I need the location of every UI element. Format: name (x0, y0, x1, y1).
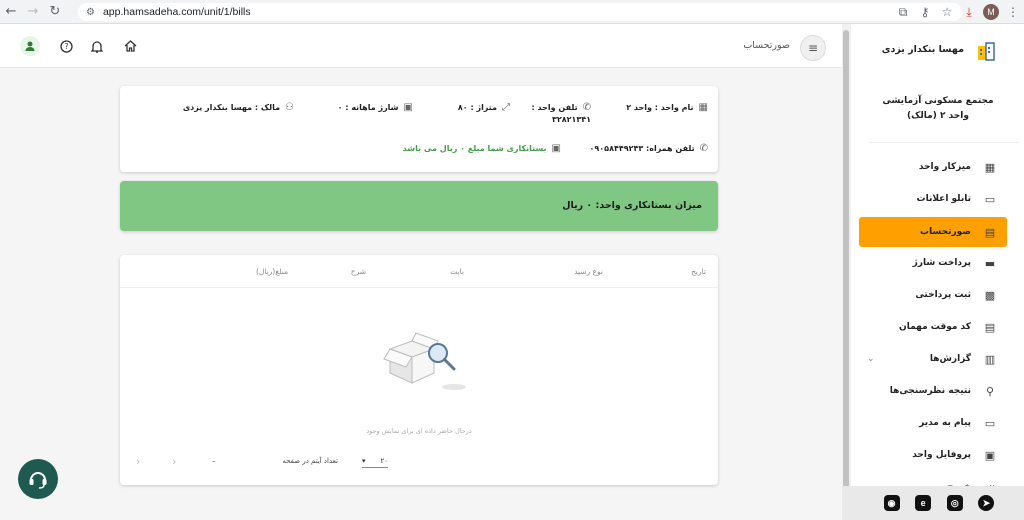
user-avatar-icon[interactable] (20, 36, 40, 56)
bookmark-star-icon[interactable]: ☆ (936, 1, 958, 23)
sidebar-item-reports[interactable]: ▥ گزارش‌ها ⌄ (859, 344, 1007, 374)
address-bar[interactable]: ⚙ app.hamsadeha.com/unit/1/bills (78, 3, 962, 21)
chevron-down-icon: ⌄ (867, 354, 875, 364)
column-header-subject[interactable]: بابت (450, 267, 464, 276)
page-size-value: ۲۰ (380, 456, 388, 465)
url-text: app.hamsadeha.com/unit/1/bills (102, 6, 251, 18)
forward-icon[interactable]: → (22, 1, 44, 23)
area-field: ⤢متراژ : ۸۰ (457, 102, 510, 113)
sidebar: مهسا بنکدار یزدی مجتمع مسکونی آزمایشی وا… (850, 24, 1024, 520)
main-scrollbar[interactable] (842, 24, 850, 520)
dashboard-icon: ▦ (984, 160, 996, 174)
more-menu-icon[interactable]: ⋮ (1002, 1, 1024, 23)
browser-toolbar: ← → ↻ ⚙ app.hamsadeha.com/unit/1/bills ⧉… (0, 0, 1024, 24)
column-header-description[interactable]: شرح (351, 267, 366, 276)
empty-box-icon (383, 332, 466, 390)
sidebar-item-message-manager[interactable]: ▭ پیام به مدیر (859, 408, 1007, 438)
main-content: ? صورتحساب ≡ ▦نام واحد : واحد ۲ ✆تلفن وا… (0, 24, 842, 520)
mobile-field: ✆تلفن همراه: ۰۹۰۵۸۴۴۹۲۴۳ (589, 143, 708, 154)
instagram-icon[interactable]: ◎ (946, 495, 963, 511)
building-icon: ▦ (698, 102, 708, 113)
phone-icon: ✆ (582, 102, 591, 113)
top-bar: ? صورتحساب ≡ (0, 24, 842, 68)
report-icon: ▥ (984, 352, 996, 366)
column-header-date[interactable]: تاریخ (691, 267, 706, 276)
money-icon: ▣ (403, 102, 413, 113)
install-app-icon[interactable]: ⧉ (892, 1, 914, 23)
scrollbar-thumb[interactable] (843, 30, 849, 488)
app-logo (974, 40, 998, 64)
profile-avatar: M (983, 4, 999, 20)
download-icon[interactable]: ⤓ (958, 1, 980, 23)
cash-icon: ▣ (551, 143, 561, 154)
last-page-icon[interactable]: › (136, 455, 140, 468)
sidebar-divider (869, 142, 1019, 143)
unit-info-card: ▦نام واحد : واحد ۲ ✆تلفن واحد : ۳۲۸۲۱۳۴۱… (120, 86, 718, 172)
help-icon[interactable]: ? (56, 36, 76, 56)
support-chat-button[interactable] (18, 459, 58, 499)
mobile-phone-icon: ✆ (699, 143, 708, 154)
eitaa-icon[interactable]: e (915, 495, 932, 511)
telegram-icon[interactable]: ➤ (978, 495, 995, 511)
reload-icon[interactable]: ↻ (44, 1, 66, 23)
message-icon: ▭ (984, 416, 996, 430)
back-icon[interactable]: ← (0, 1, 22, 23)
complex-name: مجتمع مسکونی آزمایشی (882, 96, 994, 106)
bills-table: تاریخ نوع رسید بابت شرح مبلغ(ریال) درحال… (120, 255, 718, 485)
headset-icon (29, 472, 47, 489)
notifications-bell-icon[interactable] (87, 36, 107, 56)
expand-icon: ⤢ (502, 102, 510, 113)
hamburger-icon: ≡ (807, 41, 819, 55)
sidebar-item-register-payment[interactable]: ▩ ثبت پرداختی (859, 280, 1007, 310)
qr-icon: ▩ (984, 288, 996, 302)
site-info-icon[interactable]: ⚙ (86, 7, 95, 18)
credit-message: ▣بستانکاری شما مبلغ ۰ ریال می باشد (402, 143, 561, 154)
balance-banner: میزان بستانکاری واحد: ۰ ریال (120, 181, 718, 231)
empty-state-text: درحال حاضر داده ای برای نمایش وجود (366, 427, 472, 435)
sidebar-item-unit-dashboard[interactable]: ▦ میزکار واحد (859, 152, 1007, 182)
sidebar-item-bills[interactable]: ▤ صورتحساب (859, 217, 1007, 247)
card-icon: ▬ (984, 256, 996, 270)
profile-icon: ▣ (984, 448, 996, 462)
sidebar-item-notice-board[interactable]: ▭ تابلو اعلانات (859, 184, 1007, 214)
user-name: مهسا بنکدار یزدی (881, 44, 964, 55)
clipboard-icon: ▭ (984, 192, 996, 206)
unit-role: واحد ۲ (مالک) (907, 111, 969, 121)
poll-icon: ⚲ (985, 384, 995, 398)
bill-icon: ▤ (984, 225, 996, 239)
items-per-page-label: تعداد آیتم در صفحه (282, 457, 338, 465)
guest-id-icon: ▤ (984, 320, 996, 334)
column-header-amount[interactable]: مبلغ(ریال) (256, 267, 288, 276)
sidebar-item-unit-profile[interactable]: ▣ پروفایل واحد (859, 440, 1007, 470)
dropdown-arrow-icon: ▾ (362, 456, 366, 465)
monthly-charge-field: ▣شارژ ماهانه : ۰ (337, 102, 413, 113)
svg-text:?: ? (64, 42, 68, 51)
owner-field: ⚇مالک : مهسا بنکدار یزدی (182, 102, 294, 113)
unit-phone-field: ✆تلفن واحد : (531, 102, 592, 113)
next-page-icon[interactable]: › (172, 455, 176, 468)
balance-text: میزان بستانکاری واحد: ۰ ریال (562, 200, 702, 211)
unit-phone-value: ۳۲۸۲۱۳۴۱ (551, 115, 591, 124)
home-icon[interactable] (120, 36, 140, 56)
menu-toggle-button[interactable]: ≡ (800, 35, 826, 61)
sidebar-item-pay-charge[interactable]: ▬ پرداخت شارژ (859, 248, 1007, 278)
bale-icon[interactable]: ◉ (883, 495, 900, 511)
unit-name-field: ▦نام واحد : واحد ۲ (626, 102, 708, 113)
page-size-select[interactable]: ▾ ۲۰ (362, 454, 388, 468)
people-icon: ⚇ (285, 102, 294, 113)
sidebar-item-poll-results[interactable]: ⚲ نتیجه نظرسنجی‌ها (859, 376, 1007, 406)
social-links-bar: ◉ e ◎ ➤ (842, 486, 1024, 520)
sidebar-item-guest-code[interactable]: ▤ کد موقت مهمان (859, 312, 1007, 342)
page-range: – (212, 457, 216, 465)
profile-button[interactable]: M (980, 1, 1002, 23)
column-header-receipt-type[interactable]: نوع رسید (574, 267, 603, 276)
page-title: صورتحساب (743, 40, 790, 51)
complex-info: مجتمع مسکونی آزمایشی واحد ۲ (مالک) (851, 94, 1024, 124)
header-divider (120, 287, 718, 288)
key-icon[interactable]: ⚷ (914, 1, 936, 23)
